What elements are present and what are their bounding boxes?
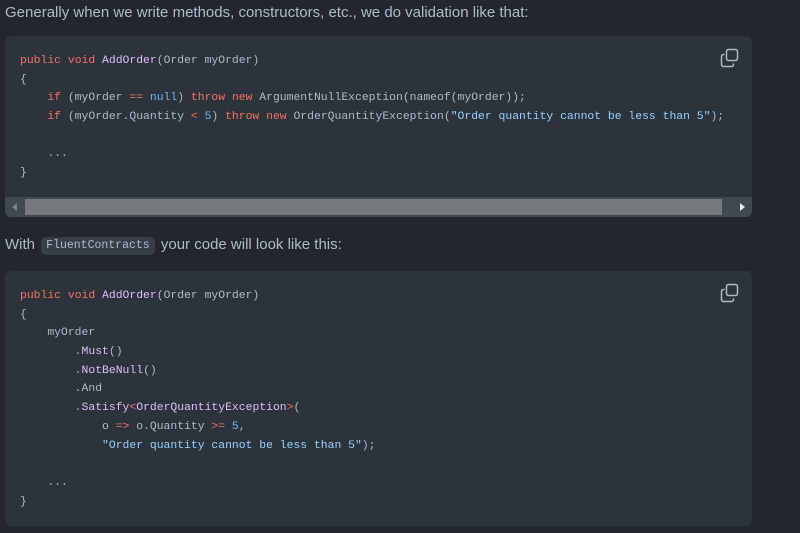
code-line: }	[20, 495, 27, 508]
triangle-right-icon	[732, 203, 752, 217]
scrollbar-thumb[interactable]	[25, 199, 722, 215]
horizontal-scrollbar[interactable]	[5, 197, 752, 217]
your-code-text: your code will look like this:	[160, 236, 342, 253]
code-content-2: public void AddOrder(Order myOrder) { myO…	[20, 287, 375, 511]
code-line: {	[20, 73, 27, 86]
fluent-intro-text: With FluentContracts your code will look…	[5, 235, 342, 255]
scroll-left-button[interactable]	[5, 197, 25, 217]
code-content-1: public void AddOrder(Order myOrder) { if …	[20, 52, 724, 183]
code-line: }	[20, 167, 27, 180]
code-line: {	[20, 308, 27, 321]
code-line: public void AddOrder(Order myOrder)	[20, 290, 260, 302]
code-line: .NotBeNull()	[20, 364, 157, 377]
code-line: "Order quantity cannot be less than 5");	[102, 439, 376, 452]
code-block-fluent: public void AddOrder(Order myOrder) { myO…	[5, 271, 752, 526]
code-line: if (myOrder == null) throw new ArgumentN…	[47, 92, 526, 105]
inline-code-fluentcontracts: FluentContracts	[41, 237, 155, 255]
code-line: myOrder	[20, 327, 96, 340]
triangle-left-icon	[5, 203, 25, 217]
copy-icon	[720, 283, 740, 303]
code-line: ...	[20, 476, 68, 489]
code-line: .Satisfy<OrderQuantityException>(	[20, 402, 301, 415]
code-line: public void AddOrder(Order myOrder)	[20, 55, 260, 67]
scroll-right-button[interactable]	[732, 197, 752, 217]
copy-code-button-2[interactable]	[720, 283, 740, 303]
intro-text: Generally when we write methods, constru…	[5, 4, 529, 21]
code-line: ...	[20, 148, 68, 161]
code-line: .And	[20, 383, 103, 396]
code-line: if (myOrder.Quantity < 5) throw new Orde…	[47, 111, 725, 124]
code-block-validation: public void AddOrder(Order myOrder) { if …	[5, 36, 752, 217]
code-line: .Must()	[20, 346, 123, 359]
with-text: With	[5, 236, 35, 253]
code-line: o => o.Quantity >= 5,	[20, 420, 246, 433]
